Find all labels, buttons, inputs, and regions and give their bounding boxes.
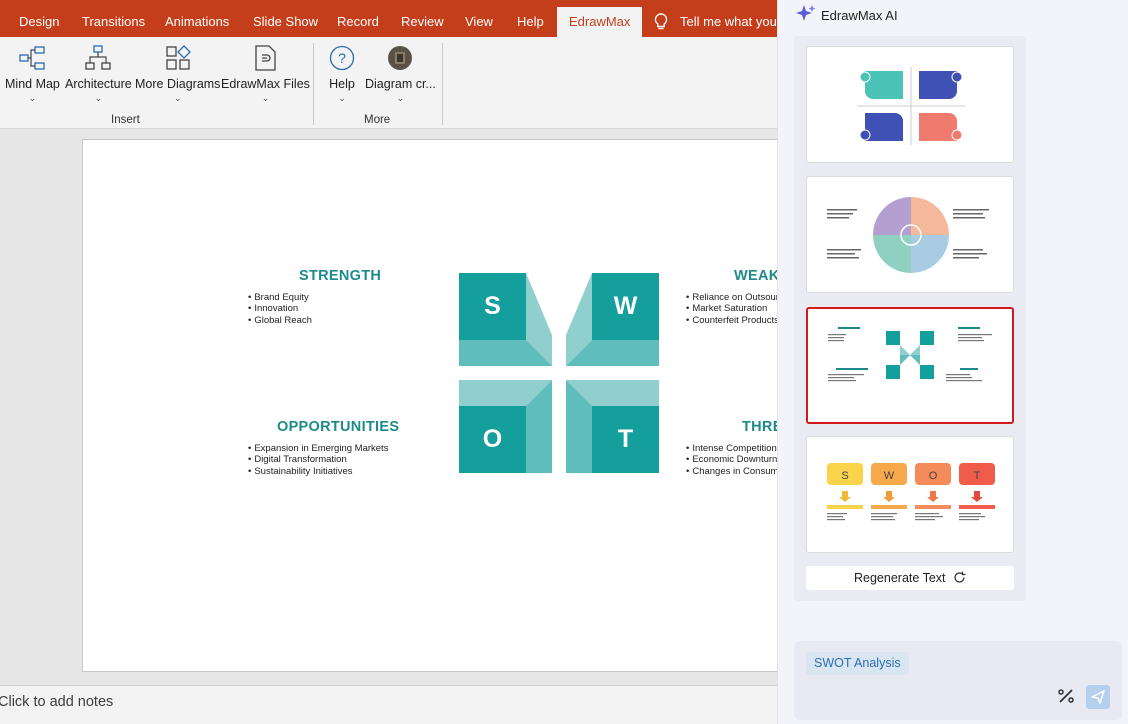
template-thumbnail-3[interactable]: [806, 307, 1014, 424]
chevron-down-icon: ⌄: [396, 93, 405, 103]
template-results: S W O T Regenerate Text: [794, 36, 1026, 601]
chevron-down-icon: ⌄: [338, 93, 346, 103]
user-avatar-icon: [388, 46, 413, 70]
ribbon-divider: [442, 43, 443, 125]
svg-text:O: O: [929, 470, 938, 482]
send-icon: [1091, 690, 1105, 704]
weakness-list: Reliance on Outsourc Market Saturation C…: [686, 292, 784, 326]
architecture-button[interactable]: Architecture ⌄: [65, 45, 132, 103]
ribbon-body: Mind Map ⌄ Architecture ⌄ More Diagrams …: [0, 37, 800, 129]
opportunities-list: Expansion in Emerging Markets Digital Tr…: [248, 443, 388, 477]
tab-record[interactable]: Record: [337, 0, 379, 37]
edrawmax-ai-panel: EdrawMax AI S W O T Regenerate Text SWOT…: [777, 0, 1128, 724]
list-item: Brand Equity: [248, 292, 312, 303]
slide-canvas[interactable]: STRENGTH Brand Equity Innovation Global …: [82, 139, 800, 672]
diagram-creator-label: Diagram cr...: [365, 77, 436, 91]
group-label-more: More: [364, 114, 391, 126]
ai-prompt-box[interactable]: SWOT Analysis: [794, 641, 1122, 720]
prompt-chip[interactable]: SWOT Analysis: [806, 652, 909, 675]
list-item: Changes in Consume: [686, 466, 783, 477]
svg-text:W: W: [884, 470, 895, 482]
panel-title: EdrawMax AI: [821, 8, 898, 23]
architecture-icon: [85, 45, 111, 70]
svg-text:S: S: [841, 470, 848, 482]
chevron-down-icon: ⌄: [94, 93, 103, 103]
group-label-insert: Insert: [111, 114, 140, 126]
list-item: Market Saturation: [686, 303, 784, 314]
mind-map-button[interactable]: Mind Map ⌄: [5, 45, 60, 103]
tab-slide-show[interactable]: Slide Show: [253, 0, 318, 37]
notes-pane[interactable]: Click to add notes: [0, 685, 800, 724]
swot-columns-template-preview: SW OT: [827, 463, 995, 521]
mind-map-icon: [19, 46, 46, 70]
list-item: Global Reach: [248, 315, 312, 326]
template-thumbnail-1[interactable]: [806, 46, 1014, 163]
diagram-creator-button[interactable]: Diagram cr... ⌄: [365, 45, 436, 103]
template-thumbnail-2[interactable]: [806, 176, 1014, 293]
lightbulb-icon: [654, 13, 668, 30]
swot-teal-template-preview: [828, 327, 992, 382]
chevron-down-icon: ⌄: [261, 93, 270, 103]
list-item: Digital Transformation: [248, 454, 388, 465]
send-button[interactable]: [1086, 685, 1110, 709]
more-diagrams-label: More Diagrams: [135, 77, 221, 91]
tab-edrawmax[interactable]: EdrawMax: [557, 7, 643, 37]
swot-t-box: T: [592, 406, 659, 473]
architecture-label: Architecture: [65, 77, 132, 91]
list-item: Intense Competition: [686, 443, 784, 454]
list-item: Sustainability Initiatives: [248, 466, 388, 477]
tab-review[interactable]: Review: [401, 0, 444, 37]
notes-placeholder: Click to add notes: [0, 694, 114, 710]
tab-view[interactable]: View: [465, 0, 493, 37]
refresh-icon: [954, 571, 966, 583]
more-diagrams-button[interactable]: More Diagrams ⌄: [135, 45, 220, 103]
opportunities-title: OPPORTUNITIES: [277, 419, 400, 435]
swot-s-box: S: [459, 273, 526, 340]
strength-list: Brand Equity Innovation Global Reach: [248, 292, 312, 326]
regenerate-text-button[interactable]: Regenerate Text: [806, 566, 1014, 590]
tell-me-text: Tell me what you w: [680, 14, 790, 29]
edrawmax-files-label: EdrawMax Files: [221, 77, 310, 91]
edrawmax-files-button[interactable]: EdrawMax Files ⌄: [221, 45, 310, 103]
list-item: Reliance on Outsourc: [686, 292, 783, 303]
list-item: Counterfeit Products: [686, 315, 784, 326]
swot-o-box: O: [459, 406, 526, 473]
regenerate-label: Regenerate Text: [854, 571, 946, 585]
help-icon: ?: [329, 45, 355, 71]
edrawmax-file-icon: [255, 45, 277, 71]
list-item: Economic Downturns: [686, 454, 784, 465]
clear-format-icon[interactable]: [1056, 686, 1076, 706]
list-item: Expansion in Emerging Markets: [248, 443, 388, 454]
tell-me-search[interactable]: Tell me what you w: [654, 0, 790, 37]
mind-map-label: Mind Map: [5, 77, 60, 91]
strength-title: STRENGTH: [299, 268, 382, 284]
ribbon-divider: [313, 43, 314, 125]
swot-circle-template-preview: [827, 197, 989, 273]
tab-design[interactable]: Design: [19, 0, 59, 37]
list-item: Innovation: [248, 303, 312, 314]
weakness-title: WEAK: [734, 268, 780, 284]
chevron-down-icon: ⌄: [28, 93, 37, 103]
help-label: Help: [329, 77, 355, 91]
chevron-down-icon: ⌄: [173, 93, 182, 103]
help-button[interactable]: ? Help ⌄: [329, 45, 355, 103]
threats-list: Intense Competition Economic Downturns C…: [686, 443, 784, 477]
more-diagrams-icon: [166, 45, 191, 70]
sparkle-icon: [796, 5, 816, 21]
tab-animations[interactable]: Animations: [165, 0, 229, 37]
svg-text:T: T: [974, 470, 981, 482]
swot-template-preview: [857, 67, 965, 145]
swot-w-box: W: [592, 273, 659, 340]
tab-transitions[interactable]: Transitions: [82, 0, 145, 37]
template-thumbnail-4[interactable]: SW OT: [806, 436, 1014, 553]
svg-text:?: ?: [338, 50, 346, 66]
tab-help[interactable]: Help: [517, 0, 544, 37]
